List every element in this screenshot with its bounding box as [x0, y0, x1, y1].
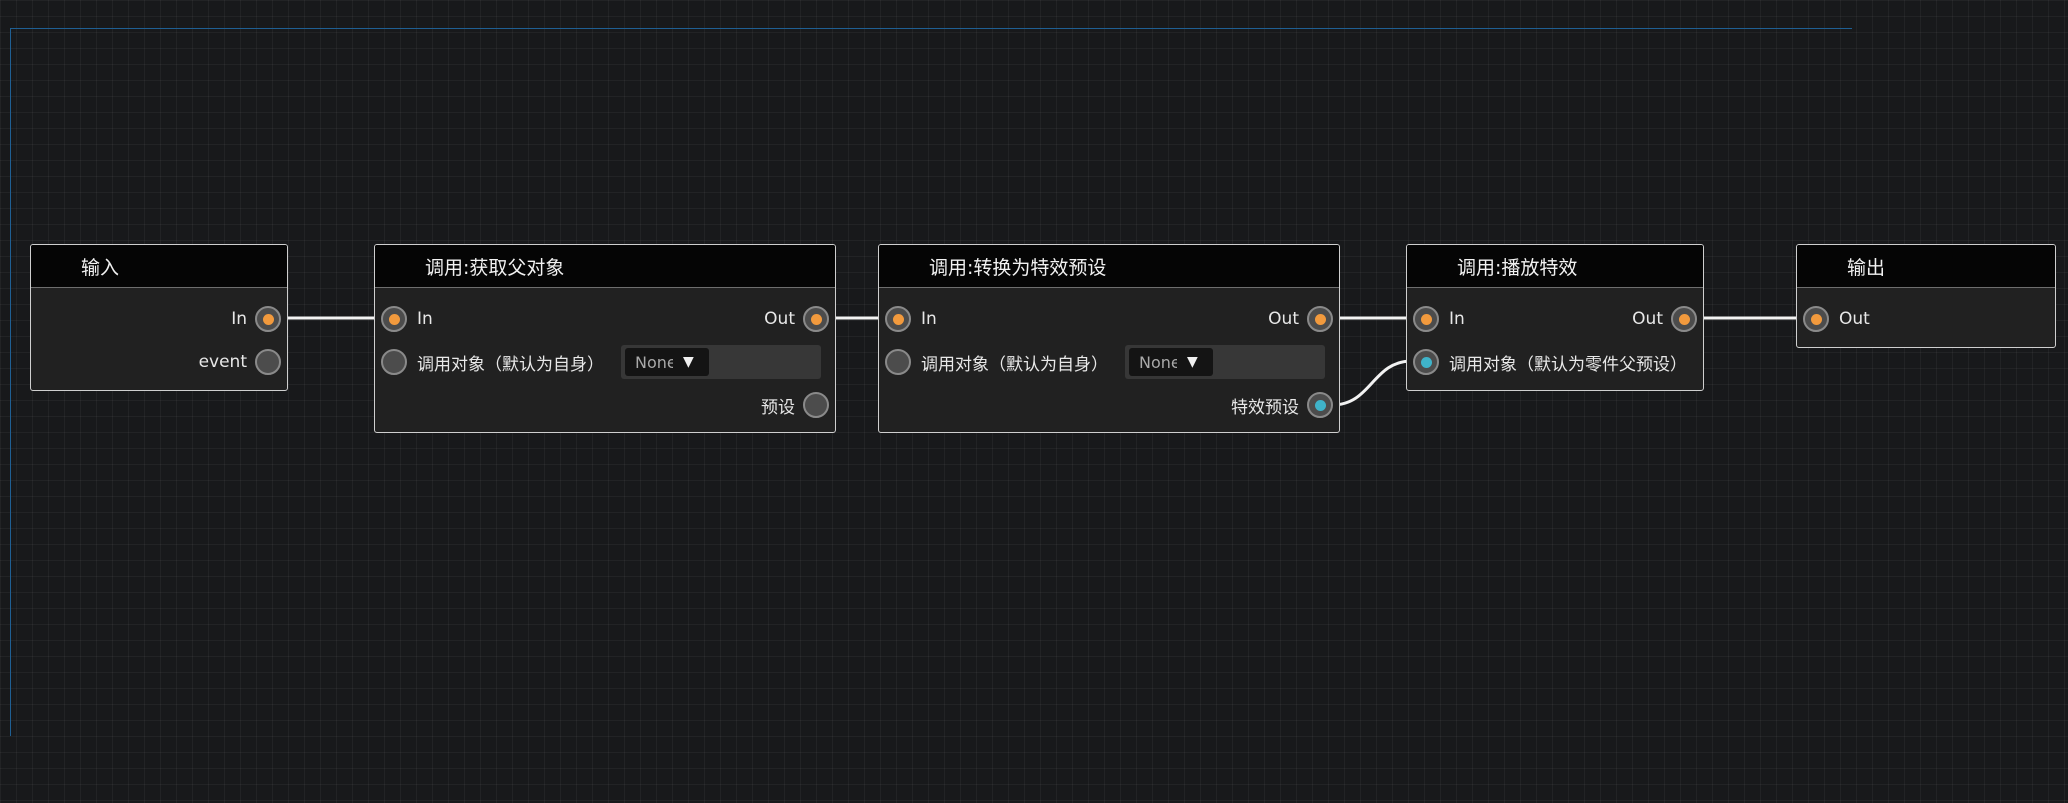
exec-out-port[interactable] [1671, 306, 1697, 332]
exec-in-port[interactable] [885, 306, 911, 332]
port-row-target: 调用对象（默认为零件父预设） [1413, 346, 1687, 378]
chevron-down-icon: ▼ [1187, 354, 1198, 370]
port-row-out: Out [1803, 303, 1870, 335]
port-row-target: 调用对象（默认为自身） [885, 346, 1108, 378]
node-title: 调用:转换为特效预设 [879, 245, 1339, 288]
port-row-result: 预设 [761, 389, 829, 421]
node-title: 调用:获取父对象 [375, 245, 835, 288]
port-label-result: 预设 [761, 397, 795, 418]
node-title: 调用:播放特效 [1407, 245, 1703, 288]
target-object-select[interactable]: None ▼ [1125, 345, 1325, 379]
target-object-port[interactable] [381, 349, 407, 375]
port-row-in: In [231, 303, 281, 335]
canvas-frame-left [10, 28, 11, 736]
chevron-down-icon: ▼ [683, 354, 694, 370]
port-row-in: In [381, 303, 433, 335]
select-value-text: None [1139, 352, 1177, 372]
port-row-in: In [885, 303, 937, 335]
port-label-result: 特效预设 [1231, 397, 1299, 418]
node-play-effect[interactable]: 调用:播放特效 In Out 调用对象（默认为零件父预设） [1406, 244, 1704, 391]
port-label-out: Out [1839, 309, 1870, 329]
port-row-result: 特效预设 [1231, 389, 1333, 421]
node-to-effect-preset[interactable]: 调用:转换为特效预设 In Out 调用对象（默认为自身） None ▼ 特效预… [878, 244, 1340, 433]
exec-in-port[interactable] [1413, 306, 1439, 332]
event-port[interactable] [255, 349, 281, 375]
port-label-in: In [417, 309, 433, 329]
exec-in-port[interactable] [1803, 306, 1829, 332]
exec-out-port[interactable] [803, 306, 829, 332]
port-label-event: event [198, 352, 247, 372]
exec-out-port[interactable] [255, 306, 281, 332]
port-label-out: Out [1632, 309, 1663, 329]
port-label-target: 调用对象（默认为自身） [417, 354, 604, 375]
target-object-select[interactable]: None ▼ [621, 345, 821, 379]
select-value-text: None [635, 352, 673, 372]
port-label-target: 调用对象（默认为自身） [921, 354, 1108, 375]
target-object-select-value[interactable]: None ▼ [1129, 348, 1213, 376]
port-label-in: In [1449, 309, 1465, 329]
port-label-out: Out [1268, 309, 1299, 329]
port-row-in: In [1413, 303, 1465, 335]
port-label-target: 调用对象（默认为零件父预设） [1449, 354, 1687, 375]
effect-preset-out-port[interactable] [1307, 392, 1333, 418]
target-object-select-value[interactable]: None ▼ [625, 348, 709, 376]
port-row-out: Out [764, 303, 829, 335]
exec-in-port[interactable] [381, 306, 407, 332]
canvas-frame-top [10, 28, 1852, 29]
target-object-port[interactable] [885, 349, 911, 375]
target-object-port[interactable] [1413, 349, 1439, 375]
preset-out-port[interactable] [803, 392, 829, 418]
port-row-event: event [199, 346, 281, 378]
node-get-parent[interactable]: 调用:获取父对象 In Out 调用对象（默认为自身） None ▼ 预设 [374, 244, 836, 433]
port-label-out: Out [764, 309, 795, 329]
port-label-in: In [921, 309, 937, 329]
port-row-out: Out [1268, 303, 1333, 335]
node-input[interactable]: 输入 In event [30, 244, 288, 391]
node-title: 输入 [31, 245, 287, 288]
port-row-target: 调用对象（默认为自身） [381, 346, 604, 378]
exec-out-port[interactable] [1307, 306, 1333, 332]
port-label-in: In [231, 309, 247, 329]
node-title: 输出 [1797, 245, 2055, 288]
node-output[interactable]: 输出 Out [1796, 244, 2056, 348]
wire-effect-preset-to-target [1331, 359, 1413, 407]
port-row-out: Out [1632, 303, 1697, 335]
